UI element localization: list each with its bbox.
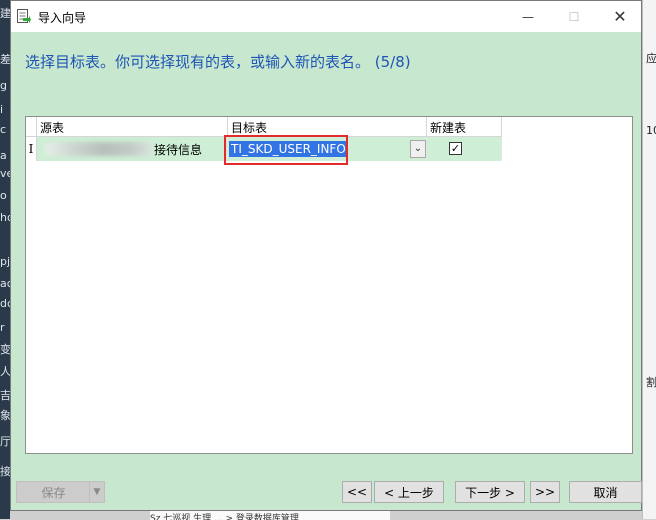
first-step-button[interactable]: << <box>342 481 372 503</box>
redacted-text <box>45 142 153 156</box>
bg-char: 割 <box>646 376 656 389</box>
bg-char: r <box>0 321 5 334</box>
minimize-button[interactable]: — <box>505 1 551 32</box>
save-dropdown-button[interactable]: ▼ <box>89 481 105 503</box>
bg-char: o <box>0 189 7 202</box>
next-step-button[interactable]: 下一步 > <box>455 481 525 503</box>
background-window-left: 建 差 g i c a ve o ho pj ac dc r 变 人 吉 象 厅… <box>0 0 14 519</box>
bg-char: g <box>0 79 7 92</box>
bg-char: c <box>0 123 7 136</box>
bg-char: i <box>0 103 4 116</box>
cancel-button[interactable]: 取消 <box>569 481 642 503</box>
table-row[interactable]: I 接待信息 TI_SKD_USER_INFO ⌄ ✓ <box>26 135 502 165</box>
source-table-cell[interactable]: 接待信息 <box>37 137 228 161</box>
import-wizard-icon <box>17 9 31 24</box>
bg-char: a <box>0 149 7 162</box>
bg-char: 10 <box>646 124 656 137</box>
maximize-button[interactable]: ☐ <box>551 1 597 32</box>
new-table-checkbox[interactable]: ✓ <box>449 142 462 155</box>
bg-char: 应 <box>646 52 656 65</box>
title-bar[interactable]: 导入向导 — ☐ ✕ <box>11 1 641 32</box>
window-title: 导入向导 <box>38 11 87 25</box>
bg-char: pj <box>0 255 11 268</box>
save-button[interactable]: 保存 <box>16 481 91 503</box>
new-table-cell[interactable]: ✓ <box>427 137 502 161</box>
background-window-right: 应 10 割 <box>642 0 656 519</box>
import-wizard-dialog: 导入向导 — ☐ ✕ 选择目标表。你可选择现有的表，或输入新的表名。 (5/8)… <box>10 0 642 511</box>
previous-step-button[interactable]: < 上一步 <box>374 481 444 503</box>
column-header-new-table[interactable]: 新建表 <box>427 117 502 137</box>
last-step-button[interactable]: >> <box>530 481 560 503</box>
table-mapping-grid[interactable]: 源表 目标表 新建表 I 接待信息 TI_SKD_USER_INFO ⌄ ✓ <box>25 116 633 454</box>
source-table-name: 接待信息 <box>154 143 203 157</box>
column-header-source-table[interactable]: 源表 <box>37 117 228 137</box>
step-instruction: 选择目标表。你可选择现有的表，或输入新的表名。 (5/8) <box>25 53 411 71</box>
chevron-down-icon[interactable]: ⌄ <box>410 140 426 158</box>
close-button[interactable]: ✕ <box>597 1 643 32</box>
highlight-annotation <box>224 135 348 165</box>
row-indicator-icon: I <box>26 137 37 161</box>
indicator-header <box>26 117 37 137</box>
column-header-target-table[interactable]: 目标表 <box>228 117 427 137</box>
grid-header: 源表 目标表 新建表 <box>26 117 502 137</box>
